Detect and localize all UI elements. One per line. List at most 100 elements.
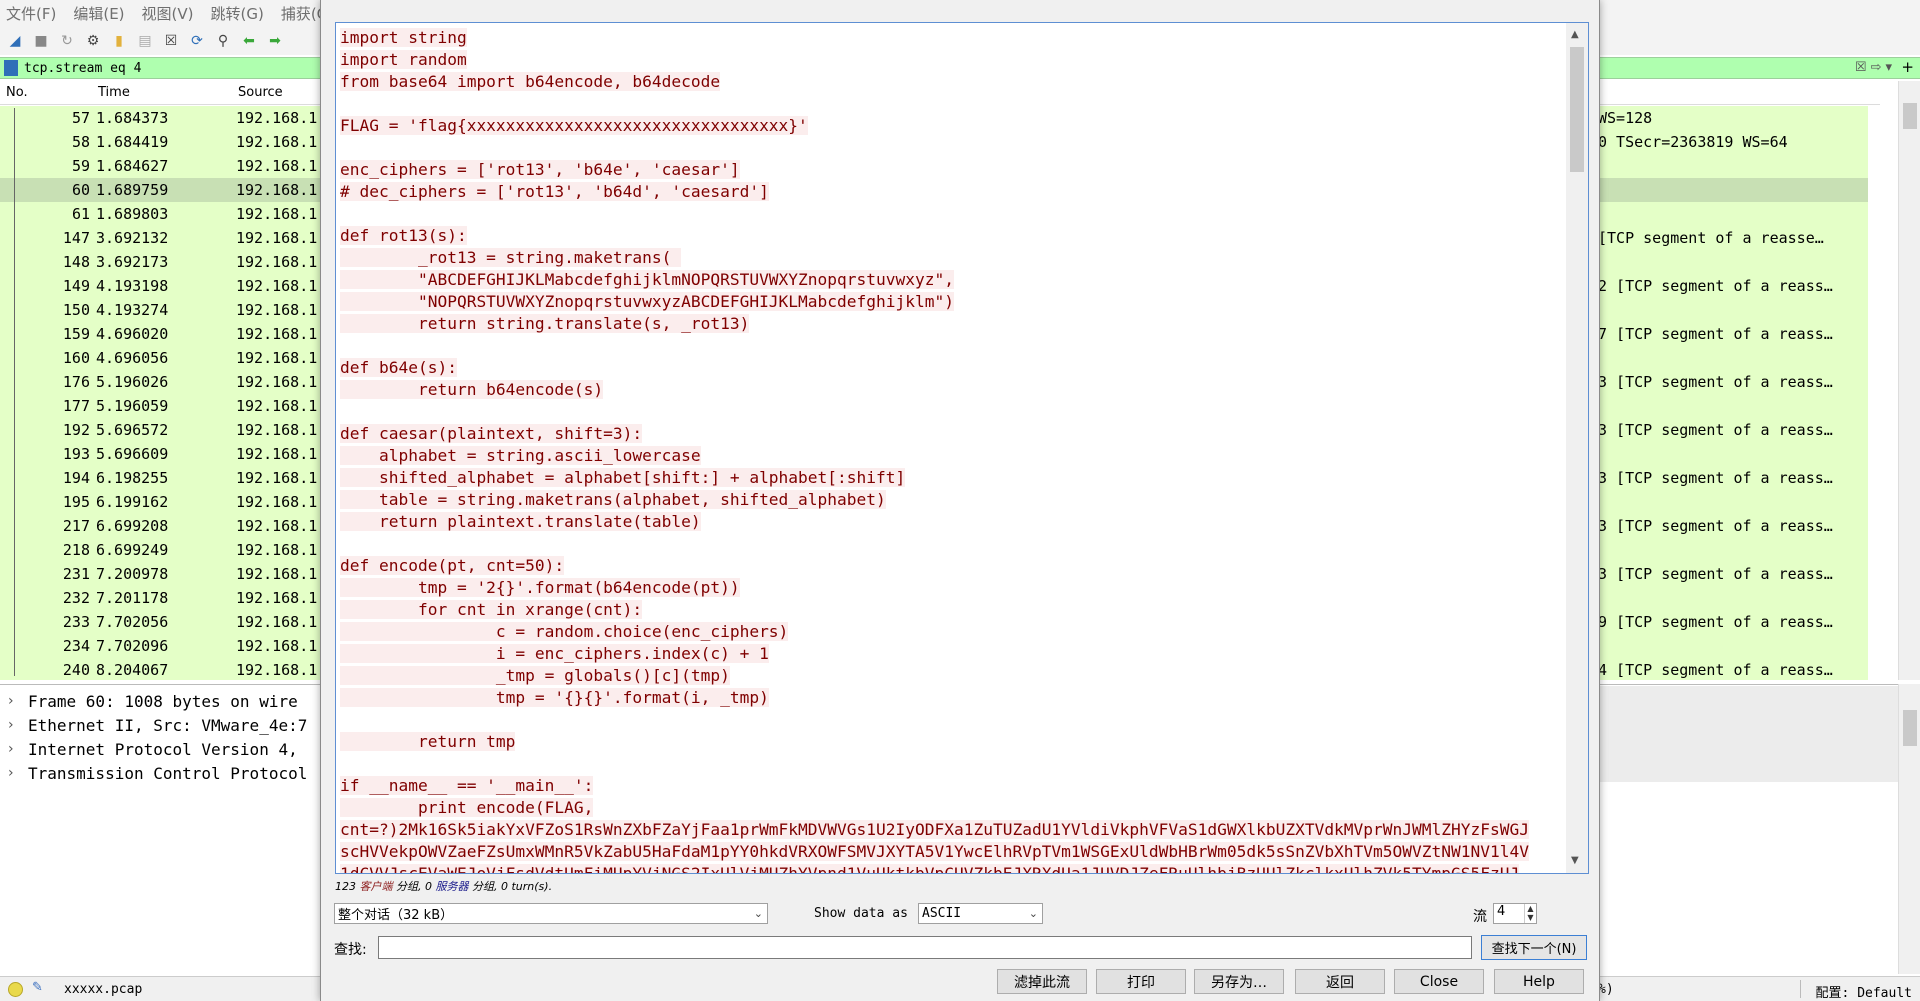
stream-line-text: 1dCVVJscEVaWEJoVjFsdVdtUmFiMUpYVjNGS2IxU… <box>340 864 1520 873</box>
close-button[interactable]: Close <box>1394 969 1484 994</box>
scrollbar-thumb[interactable] <box>1570 47 1584 172</box>
restart-icon[interactable]: ↻ <box>56 30 78 52</box>
stream-line-text: table = string.maketrans(alphabet, shift… <box>340 490 886 509</box>
chevron-down-icon[interactable]: ⌄ <box>754 907 763 920</box>
stream-line: return b64encode(s) <box>336 379 1566 401</box>
detail-row-ip[interactable]: › Internet Protocol Version 4, <box>8 737 298 761</box>
packet-no: 234 <box>62 637 90 655</box>
scroll-up-icon[interactable]: ▲ <box>1571 29 1579 40</box>
go-back-icon[interactable]: ⬅ <box>238 30 260 52</box>
stream-line-text: _tmp = globals()[c](tmp) <box>340 666 730 685</box>
stream-line-text: FLAG = 'flag{xxxxxxxxxxxxxxxxxxxxxxxxxxx… <box>340 116 808 135</box>
back-button[interactable]: 返回 <box>1295 969 1385 994</box>
clear-filter-icon[interactable]: ☒ <box>1855 60 1867 75</box>
expert-info-icon[interactable] <box>8 982 23 997</box>
stream-line-text: if __name__ == '__main__': <box>340 776 594 795</box>
open-folder-icon[interactable]: ▮ <box>108 30 130 52</box>
packet-no: 193 <box>62 445 90 463</box>
packet-list-scrollbar[interactable] <box>1898 81 1920 680</box>
stream-line-text: def encode(pt, cnt=50): <box>340 556 565 575</box>
stop-icon[interactable]: ■ <box>30 30 52 52</box>
packet-no: 217 <box>62 517 90 535</box>
show-data-as-select[interactable]: ASCII ⌄ <box>918 903 1043 924</box>
stream-line: if __name__ == '__main__': <box>336 775 1566 797</box>
stream-line: def encode(pt, cnt=50): <box>336 555 1566 577</box>
stream-number-spinbox[interactable]: 4 ▲ ▼ <box>1493 903 1537 924</box>
capture-comment-icon[interactable]: ✎ <box>32 980 43 995</box>
find-input[interactable] <box>378 936 1472 959</box>
scroll-down-icon[interactable]: ▼ <box>1571 855 1579 866</box>
col-time[interactable]: Time <box>98 85 130 100</box>
menu-go[interactable]: 跳转(G) <box>211 3 264 24</box>
spin-arrows-icon[interactable]: ▲ ▼ <box>1524 904 1536 923</box>
chevron-right-icon[interactable]: › <box>8 741 28 757</box>
chevron-right-icon[interactable]: › <box>8 717 28 733</box>
conversation-select[interactable]: 整个对话（32 kB） ⌄ <box>334 903 768 924</box>
detail-row-frame[interactable]: › Frame 60: 1008 bytes on wire <box>8 689 298 713</box>
menu-edit[interactable]: 编辑(E) <box>73 3 124 24</box>
stream-line-text: from base64 import b64encode, b64decode <box>340 72 721 91</box>
packet-time: 4.193274 <box>96 301 169 319</box>
packet-info: 3 [TCP segment of a reass… <box>1598 421 1833 439</box>
packet-source: 192.168.1 <box>236 181 318 199</box>
packet-time: 7.702056 <box>96 613 169 631</box>
help-button[interactable]: Help <box>1494 969 1584 994</box>
stream-line: "ABCDEFGHIJKLMabcdefghijklmNOPQRSTUVWXYZ… <box>336 269 1566 291</box>
stream-line: def b64e(s): <box>336 357 1566 379</box>
detail-highlight-area <box>1598 686 1898 782</box>
stream-line: # dec_ciphers = ['rot13', 'b64d', 'caesa… <box>336 181 1566 203</box>
scrollbar-thumb[interactable] <box>1903 103 1917 129</box>
print-button[interactable]: 打印 <box>1096 969 1186 994</box>
packet-source: 192.168.1 <box>236 421 318 439</box>
options-gear-icon[interactable]: ⚙ <box>82 30 104 52</box>
add-filter-button-icon[interactable]: + <box>1901 58 1914 76</box>
packet-details-scrollbar[interactable] <box>1898 684 1920 974</box>
bookmark-icon[interactable] <box>4 60 18 76</box>
detail-row-ethernet[interactable]: › Ethernet II, Src: VMware_4e:7 <box>8 713 307 737</box>
packet-source: 192.168.1 <box>236 589 318 607</box>
chevron-right-icon[interactable]: › <box>8 765 28 781</box>
stream-line-text: def b64e(s): <box>340 358 457 377</box>
stream-line-text: return string.translate(s, _rot13) <box>340 314 750 333</box>
col-no[interactable]: No. <box>6 85 28 100</box>
filter-dropdown-icon[interactable]: ▾ <box>1885 60 1892 75</box>
profile-label[interactable]: 配置: Default <box>1816 982 1912 1001</box>
packet-source: 192.168.1 <box>236 613 318 631</box>
packet-info: 2 [TCP segment of a reass… <box>1598 277 1833 295</box>
stream-line-text: tmp = '2{}'.format(b64encode(pt)) <box>340 578 740 597</box>
detail-row-tcp[interactable]: › Transmission Control Protocol <box>8 761 307 785</box>
save-file-icon[interactable]: ▤ <box>134 30 156 52</box>
packet-info: 3 [TCP segment of a reass… <box>1598 469 1833 487</box>
menu-view[interactable]: 视图(V) <box>142 3 194 24</box>
shark-fin-start-icon[interactable]: ◢ <box>4 30 26 52</box>
stream-line-text: "NOPQRSTUVWXYZnopqrstuvwxyzABCDEFGHIJKLM… <box>340 292 954 311</box>
packet-time: 7.200978 <box>96 565 169 583</box>
go-forward-icon[interactable]: ➡ <box>264 30 286 52</box>
reload-icon[interactable]: ⟳ <box>186 30 208 52</box>
chevron-right-icon[interactable]: › <box>8 693 28 709</box>
col-source[interactable]: Source <box>238 85 283 100</box>
stream-text[interactable]: import string import random from base64 im… <box>336 27 1566 873</box>
menu-file[interactable]: 文件(F) <box>6 3 56 24</box>
filter-out-stream-button[interactable]: 滤掉此流 <box>997 969 1087 994</box>
apply-filter-icon[interactable]: ⇨ <box>1871 60 1882 75</box>
stream-scrollbar[interactable]: ▲ ▼ <box>1566 23 1588 873</box>
packet-no: 233 <box>62 613 90 631</box>
packet-time: 4.696020 <box>96 325 169 343</box>
packet-summary: 123 客户端 分组, 0 服务器 分组, 0 turn(s). <box>335 880 553 893</box>
stream-line: scHVVekpOWVZaeFZsUmxWMnR5VkZabU5HaFdaM1p… <box>336 841 1566 863</box>
chevron-down-icon[interactable]: ⌄ <box>1029 907 1038 920</box>
close-file-icon[interactable]: ☒ <box>160 30 182 52</box>
find-packet-icon[interactable]: ⚲ <box>212 30 234 52</box>
stream-line <box>336 93 1566 115</box>
stream-line-text: import string <box>340 28 467 47</box>
packet-no: 61 <box>71 205 90 223</box>
display-filter-text[interactable]: tcp.stream eq 4 <box>24 61 141 76</box>
packet-source: 192.168.1 <box>236 301 318 319</box>
scrollbar-thumb[interactable] <box>1903 710 1917 746</box>
stream-line-text: cnt=?)2Mk16Sk5iakYxVFZoS1RsWnZXbFZaYjFaa… <box>340 820 1529 839</box>
packet-source: 192.168.1 <box>236 661 318 679</box>
stream-content-view[interactable]: import string import random from base64 im… <box>335 22 1589 874</box>
save-as-button[interactable]: 另存为… <box>1194 969 1284 994</box>
find-next-button[interactable]: 查找下一个(N) <box>1481 935 1587 960</box>
